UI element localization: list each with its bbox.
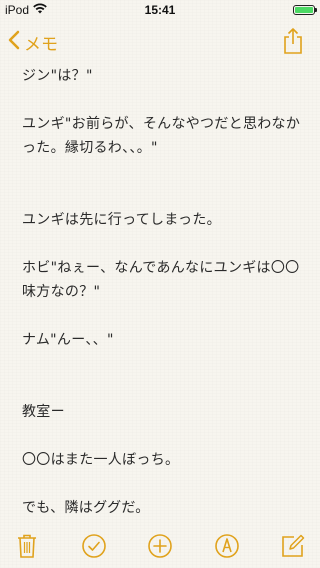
battery-level (295, 7, 313, 13)
bottom-toolbar (0, 524, 320, 568)
status-time: 15:41 (144, 3, 176, 17)
note-line: ホビ"ねぇー、なんであんなにユンギは〇〇味方なの？" (22, 260, 300, 300)
nav-bar: メモ (0, 20, 320, 64)
note-line (22, 160, 306, 184)
note-line (22, 304, 306, 328)
note-line (22, 424, 306, 448)
note-line: ユンギ"お前らが、そんなやつだと思わなかった。縁切るわ、、。" (22, 116, 301, 156)
note-line (22, 472, 306, 496)
note-line (22, 352, 306, 376)
note-line (22, 232, 306, 256)
trash-icon (16, 533, 38, 559)
note-line (22, 184, 306, 208)
note-text-area[interactable]: ジン"は？" ユンギ"お前らが、そんなやつだと思わなかった。縁切るわ、、。" ユンギ… (22, 64, 306, 524)
checklist-icon (81, 533, 107, 559)
delete-button[interactable] (14, 533, 40, 559)
note-line: 〇〇はまた一人ぼっち。 (22, 452, 180, 468)
add-icon (147, 533, 173, 559)
note-line: ナム"んー、、" (22, 332, 114, 348)
checklist-button[interactable] (81, 533, 107, 559)
battery-icon (293, 5, 317, 15)
markup-button[interactable] (214, 533, 240, 559)
back-button[interactable]: メモ (8, 30, 58, 55)
markup-pen-icon (214, 533, 240, 559)
compose-icon (280, 533, 306, 559)
add-button[interactable] (147, 533, 173, 559)
share-button[interactable] (282, 27, 304, 55)
note-line: 教室ー (22, 404, 65, 420)
note-line (22, 376, 306, 400)
chevron-left-icon (8, 30, 20, 55)
note-line: ジン"は？" (22, 68, 93, 84)
note-line (22, 88, 306, 112)
compose-button[interactable] (280, 533, 306, 559)
back-label: メモ (24, 35, 58, 54)
note-line: でも、隣はググだ。 (22, 500, 150, 516)
status-bar: iPod 15:41 (0, 0, 320, 20)
share-icon (282, 28, 304, 59)
note-line: ユンギは先に行ってしまった。 (22, 212, 221, 228)
